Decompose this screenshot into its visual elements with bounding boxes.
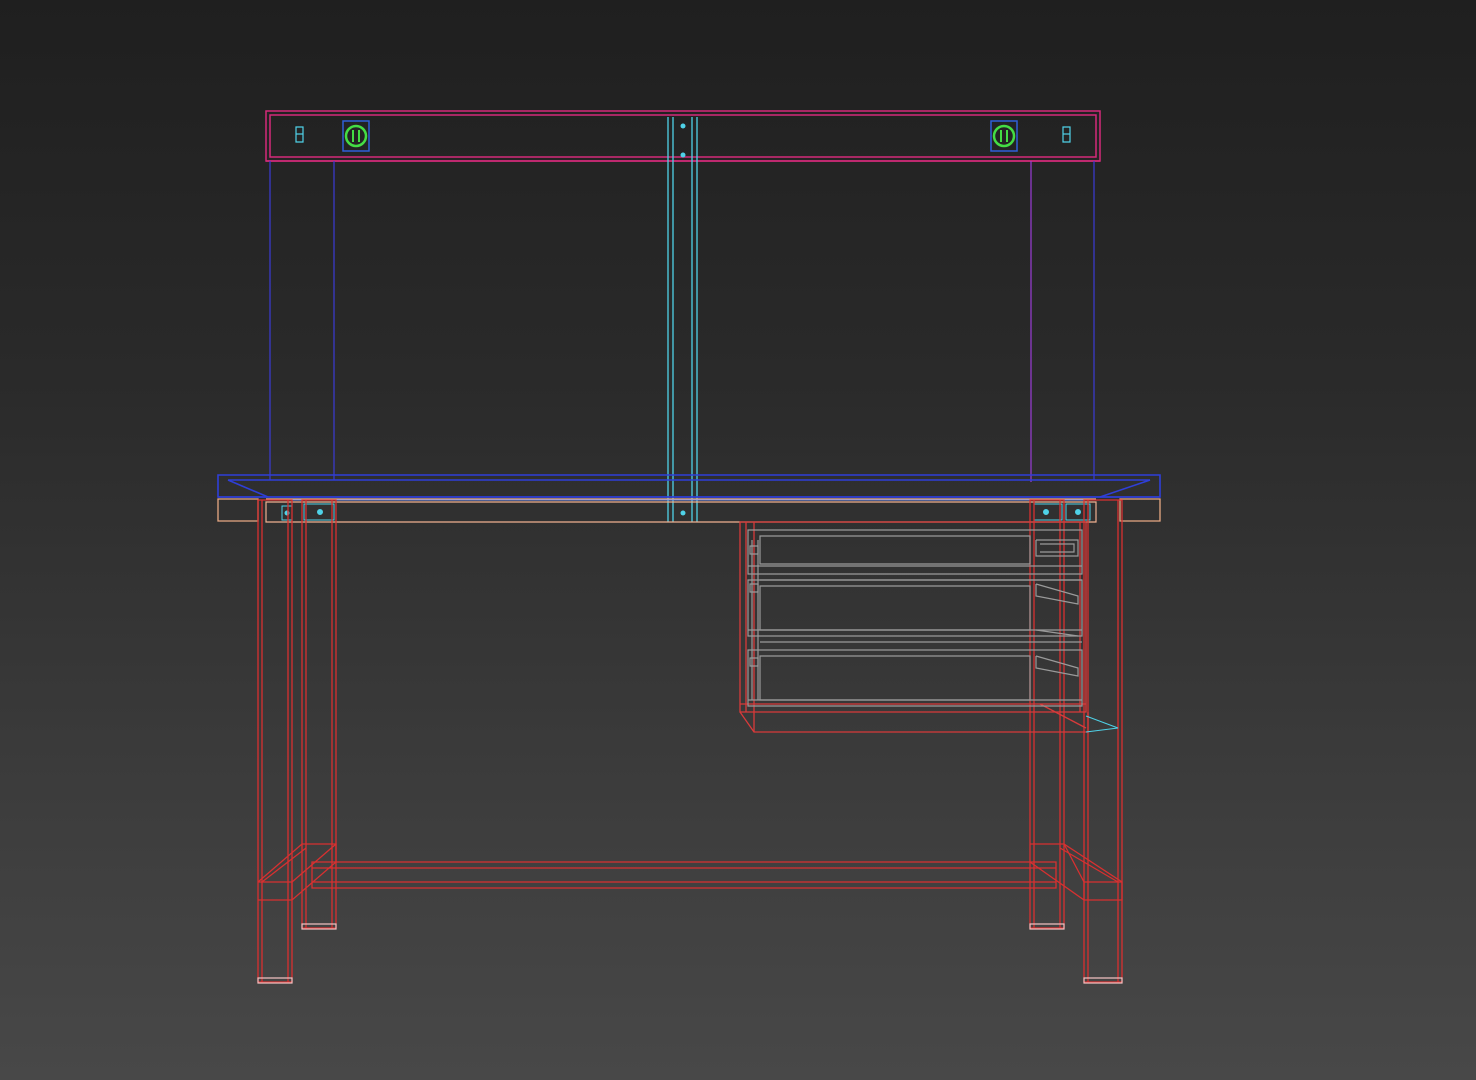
drawer-unit-cyan-edge: [1086, 716, 1118, 732]
center-divider-bolts: [680, 123, 686, 516]
center-divider: [668, 117, 697, 522]
apron: [266, 499, 1096, 522]
leg-feet: [258, 924, 1122, 983]
rail-fixture-right: [1063, 127, 1070, 142]
rail-fixture-left: [296, 127, 303, 142]
worktop: [218, 475, 1160, 497]
shelf-uprights: [270, 161, 1094, 480]
wireframe-viewport[interactable]: [0, 0, 1476, 1080]
apron-fixtures: [282, 504, 1090, 520]
power-socket-left: [343, 121, 369, 151]
frame-legs: [258, 500, 1122, 982]
drawer-internals: [748, 530, 1082, 706]
power-socket-right: [991, 121, 1017, 151]
workbench-wireframe: [0, 0, 1476, 1080]
